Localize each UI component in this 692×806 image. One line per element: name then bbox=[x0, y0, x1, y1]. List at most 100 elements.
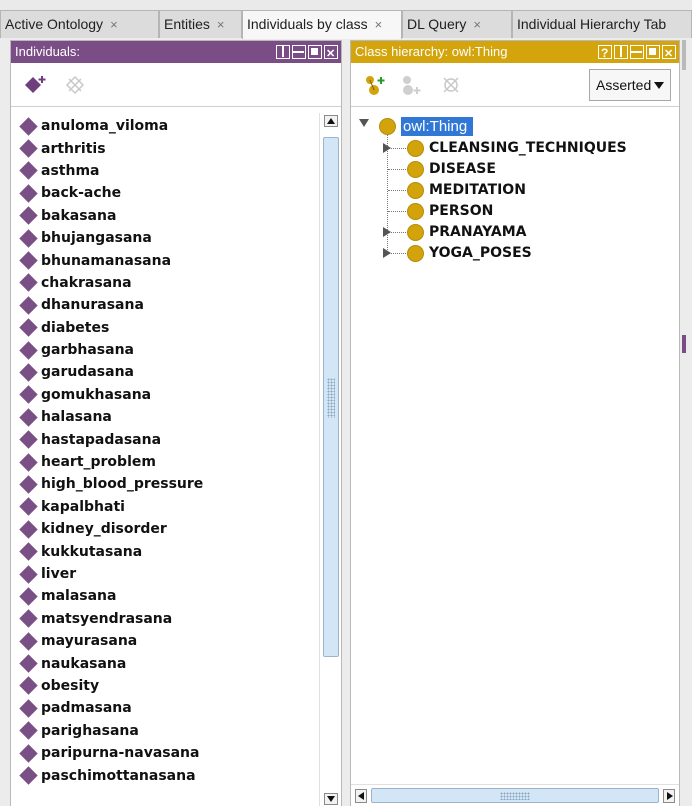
list-item[interactable]: gomukhasana bbox=[19, 384, 319, 406]
class-icon bbox=[407, 244, 424, 262]
tree-node-label: MEDITATION bbox=[429, 182, 526, 198]
list-item[interactable]: paripurna-navasana bbox=[19, 742, 319, 764]
tab-active-ontology[interactable]: Active Ontology × bbox=[0, 10, 159, 38]
close-icon[interactable]: × bbox=[217, 17, 225, 32]
scroll-left-arrow-icon[interactable] bbox=[355, 789, 367, 803]
list-item[interactable]: kapalbhati bbox=[19, 496, 319, 518]
scroll-thumb[interactable] bbox=[371, 788, 659, 803]
list-item[interactable]: bhunamanasana bbox=[19, 249, 319, 271]
list-item[interactable]: paschimottanasana bbox=[19, 764, 319, 786]
tab-dl-query[interactable]: DL Query × bbox=[402, 10, 512, 38]
list-item[interactable]: bhujangasana bbox=[19, 227, 319, 249]
collapsed-arrow-icon[interactable] bbox=[383, 248, 391, 258]
scroll-thumb[interactable] bbox=[323, 137, 339, 657]
individual-icon bbox=[19, 161, 38, 181]
collapsed-arrow-icon[interactable] bbox=[383, 227, 391, 237]
tab-bar: Active Ontology × Entities × Individuals b… bbox=[0, 0, 692, 39]
side-panel-tab[interactable] bbox=[682, 40, 686, 70]
list-item[interactable]: malasana bbox=[19, 585, 319, 607]
list-item[interactable]: parighasana bbox=[19, 720, 319, 742]
help-icon[interactable] bbox=[598, 42, 612, 64]
list-item[interactable]: mayurasana bbox=[19, 630, 319, 652]
individual-icon bbox=[19, 408, 38, 427]
horizontal-scrollbar[interactable] bbox=[351, 784, 679, 806]
list-item[interactable]: garudasana bbox=[19, 361, 319, 383]
individual-label: naukasana bbox=[41, 655, 127, 672]
list-item[interactable]: anuloma_viloma bbox=[19, 115, 319, 137]
tab-individual-hierarchy[interactable]: Individual Hierarchy Tab bbox=[512, 10, 692, 38]
close-icon[interactable]: × bbox=[375, 17, 383, 32]
tree-node[interactable]: YOGA_POSES bbox=[407, 243, 532, 263]
delete-individual-button[interactable] bbox=[57, 69, 91, 101]
scroll-down-arrow-icon[interactable] bbox=[324, 793, 338, 805]
collapsed-arrow-icon[interactable] bbox=[383, 143, 391, 153]
list-item[interactable]: halasana bbox=[19, 406, 319, 428]
individual-icon bbox=[19, 676, 38, 696]
tree-node[interactable]: DISEASE bbox=[407, 159, 496, 179]
list-item[interactable]: liver bbox=[19, 563, 319, 585]
individual-icon bbox=[19, 699, 38, 718]
list-item[interactable]: obesity bbox=[19, 675, 319, 697]
list-item[interactable]: back-ache bbox=[19, 182, 319, 204]
individual-label: kukkutasana bbox=[41, 543, 143, 560]
list-item[interactable]: bakasana bbox=[19, 205, 319, 227]
list-item[interactable]: arthritis bbox=[19, 137, 319, 159]
add-individual-button[interactable] bbox=[17, 69, 51, 101]
class-tree: owl:Thing CLEANSING_TECHNIQUES DISEASE MED… bbox=[351, 111, 679, 761]
list-item[interactable]: asthma bbox=[19, 160, 319, 182]
individual-label: arthritis bbox=[41, 140, 106, 157]
tree-node-label: YOGA_POSES bbox=[429, 245, 532, 261]
list-item[interactable]: kukkutasana bbox=[19, 540, 319, 562]
close-icon[interactable] bbox=[324, 43, 338, 65]
chevron-down-icon bbox=[654, 82, 664, 89]
individual-label: hastapadasana bbox=[41, 431, 162, 448]
list-item[interactable]: matsyendrasana bbox=[19, 608, 319, 630]
list-item[interactable]: garbhasana bbox=[19, 339, 319, 361]
split-vertical-icon[interactable] bbox=[614, 45, 628, 59]
list-item[interactable]: hastapadasana bbox=[19, 428, 319, 450]
maximize-icon[interactable] bbox=[308, 45, 322, 59]
close-icon[interactable]: × bbox=[110, 17, 118, 32]
individual-label: high_blood_pressure bbox=[41, 476, 204, 493]
individual-label: chakrasana bbox=[41, 274, 132, 291]
individual-icon bbox=[19, 116, 38, 136]
individual-icon bbox=[19, 273, 38, 293]
add-sibling-button[interactable] bbox=[393, 69, 427, 101]
expanded-arrow-icon[interactable] bbox=[359, 119, 369, 127]
panel-title: Class hierarchy: owl:Thing bbox=[355, 44, 508, 59]
tree-node-root[interactable]: owl:Thing bbox=[379, 116, 474, 136]
close-icon[interactable]: × bbox=[473, 17, 481, 32]
scroll-right-arrow-icon[interactable] bbox=[663, 789, 675, 803]
tree-node[interactable]: PERSON bbox=[407, 201, 493, 221]
scroll-up-arrow-icon[interactable] bbox=[324, 115, 338, 127]
vertical-scrollbar[interactable] bbox=[319, 113, 341, 806]
split-horizontal-icon[interactable] bbox=[630, 45, 644, 59]
tab-individuals-by-class[interactable]: Individuals by class × bbox=[242, 10, 402, 39]
split-vertical-icon[interactable] bbox=[276, 45, 290, 59]
hierarchy-mode-select[interactable]: Asserted bbox=[589, 69, 671, 101]
delete-class-button[interactable] bbox=[433, 69, 467, 101]
individual-icon bbox=[19, 743, 38, 763]
list-item[interactable]: chakrasana bbox=[19, 272, 319, 294]
list-item[interactable]: naukasana bbox=[19, 652, 319, 674]
individual-label: obesity bbox=[41, 677, 100, 694]
individual-icon bbox=[19, 430, 38, 449]
list-item[interactable]: high_blood_pressure bbox=[19, 473, 319, 495]
list-item[interactable]: kidney_disorder bbox=[19, 518, 319, 540]
tree-node[interactable]: PRANAYAMA bbox=[407, 222, 527, 242]
individual-icon bbox=[19, 631, 38, 651]
list-item[interactable]: diabetes bbox=[19, 317, 319, 339]
delete-class-icon bbox=[443, 77, 459, 93]
tree-node[interactable]: CLEANSING_TECHNIQUES bbox=[407, 138, 627, 158]
tab-entities[interactable]: Entities × bbox=[159, 10, 242, 38]
split-horizontal-icon[interactable] bbox=[292, 45, 306, 59]
close-icon[interactable] bbox=[662, 43, 676, 65]
list-item[interactable]: padmasana bbox=[19, 697, 319, 719]
tree-node[interactable]: MEDITATION bbox=[407, 180, 526, 200]
list-item[interactable]: heart_problem bbox=[19, 451, 319, 473]
maximize-icon[interactable] bbox=[646, 45, 660, 59]
side-panel-tab[interactable] bbox=[682, 335, 686, 353]
list-item[interactable]: dhanurasana bbox=[19, 294, 319, 316]
add-subclass-button[interactable] bbox=[357, 69, 391, 101]
individual-label: matsyendrasana bbox=[41, 610, 173, 627]
